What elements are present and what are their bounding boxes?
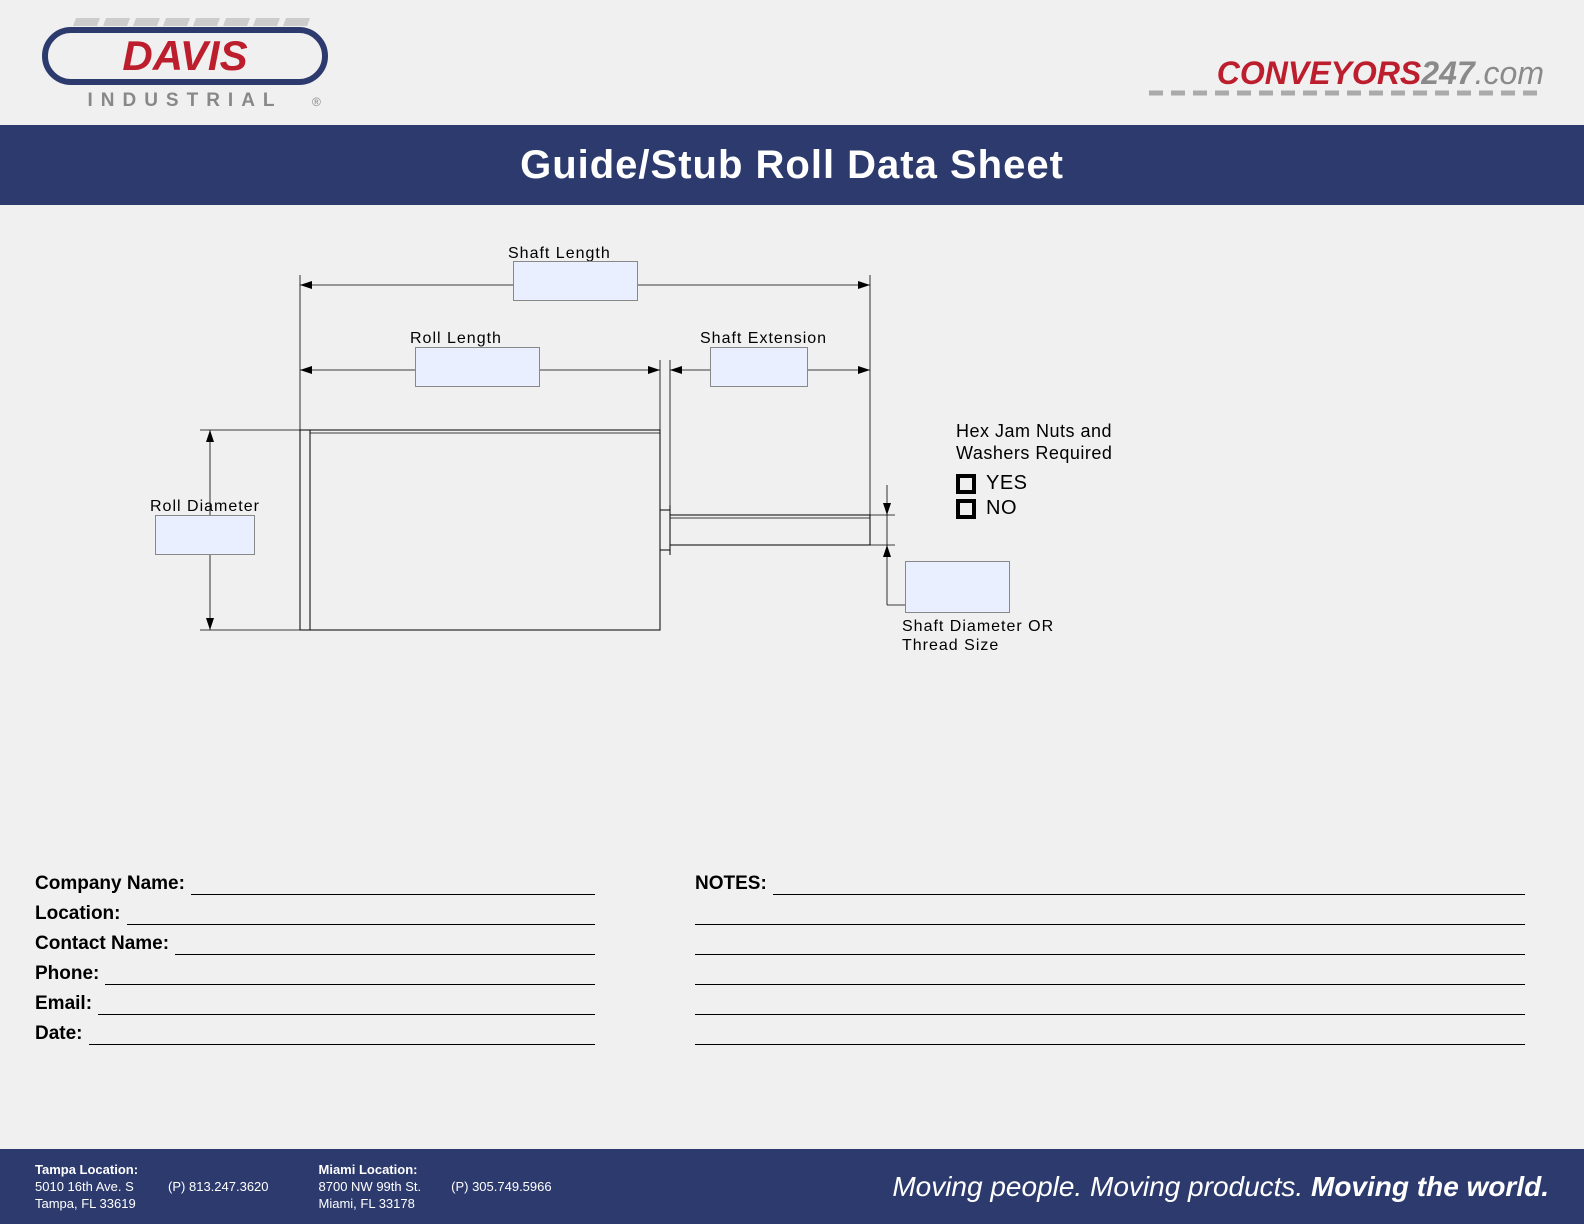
phone-label: Phone: — [35, 963, 99, 985]
hex-nuts-label: Hex Jam Nuts and Washers Required — [956, 420, 1112, 464]
contact-name-field[interactable] — [175, 937, 595, 955]
form-area: Company Name: Location: Contact Name: Ph… — [35, 872, 1549, 1052]
checkbox-no[interactable] — [956, 499, 976, 519]
date-label: Date: — [35, 1023, 83, 1045]
conveyors247-logo: CONVEYORS247.com — [1217, 55, 1544, 92]
roll-length-label: Roll Length — [410, 330, 502, 348]
notes-line-6[interactable] — [695, 1027, 1525, 1045]
checkbox-yes[interactable] — [956, 474, 976, 494]
conveyors-text: CONVEYORS — [1217, 55, 1421, 91]
page-title: Guide/Stub Roll Data Sheet — [520, 143, 1064, 188]
footer-tagline: Moving people. Moving products. Moving t… — [892, 1171, 1549, 1203]
contact-name-label: Contact Name: — [35, 933, 169, 955]
location-field[interactable] — [127, 907, 596, 925]
davis-logo: DAVIS INDUSTRIAL ® — [40, 18, 340, 123]
tampa-phone: (P) 813.247.3620 — [168, 1179, 268, 1194]
diagram-area: Shaft Length Roll Length Shaft Extension… — [0, 205, 1584, 865]
notes-line-2[interactable] — [695, 907, 1525, 925]
conveyors-247: 247 — [1421, 55, 1474, 91]
svg-text:INDUSTRIAL: INDUSTRIAL — [87, 90, 282, 111]
hex-nuts-no-row: NO — [956, 497, 1112, 520]
hex-nuts-group: Hex Jam Nuts and Washers Required YES NO — [956, 420, 1112, 522]
svg-text:®: ® — [312, 95, 321, 109]
notes-line-5[interactable] — [695, 997, 1525, 1015]
email-field[interactable] — [98, 997, 595, 1015]
contact-form: Company Name: Location: Contact Name: Ph… — [35, 872, 595, 1052]
notes-line-1[interactable] — [773, 877, 1525, 895]
conveyors-tld: .com — [1475, 55, 1544, 91]
svg-text:DAVIS: DAVIS — [122, 32, 247, 79]
location-label: Location: — [35, 903, 121, 925]
notes-label: NOTES: — [695, 873, 767, 895]
date-field[interactable] — [89, 1027, 595, 1045]
company-name-label: Company Name: — [35, 873, 185, 895]
shaft-extension-input[interactable] — [710, 347, 808, 387]
shaft-extension-label: Shaft Extension — [700, 330, 827, 348]
yes-label: YES — [986, 472, 1028, 495]
footer: Tampa Location: 5010 16th Ave. S Tampa, … — [0, 1149, 1584, 1224]
tampa-location: Tampa Location: 5010 16th Ave. S Tampa, … — [35, 1161, 138, 1212]
no-label: NO — [986, 497, 1017, 520]
roll-length-input[interactable] — [415, 347, 540, 387]
roll-diameter-label: Roll Diameter — [150, 498, 260, 516]
miami-location: Miami Location: 8700 NW 99th St. Miami, … — [319, 1161, 422, 1212]
notes-line-4[interactable] — [695, 967, 1525, 985]
hex-nuts-yes-row: YES — [956, 472, 1112, 495]
title-bar: Guide/Stub Roll Data Sheet — [0, 125, 1584, 205]
miami-phone: (P) 305.749.5966 — [451, 1179, 551, 1194]
shaft-diameter-label-1: Shaft Diameter OR — [902, 618, 1054, 636]
shaft-diameter-input[interactable] — [905, 561, 1010, 613]
notes-form: NOTES: — [695, 872, 1525, 1052]
header: DAVIS INDUSTRIAL ® CONVEYORS247.com — [0, 0, 1584, 125]
company-name-field[interactable] — [191, 877, 595, 895]
conveyors-underline — [1149, 90, 1544, 96]
notes-line-3[interactable] — [695, 937, 1525, 955]
phone-field[interactable] — [105, 967, 595, 985]
roll-diameter-input[interactable] — [155, 515, 255, 555]
shaft-diameter-label-2: Thread Size — [902, 637, 999, 655]
email-label: Email: — [35, 993, 92, 1015]
shaft-length-input[interactable] — [513, 261, 638, 301]
